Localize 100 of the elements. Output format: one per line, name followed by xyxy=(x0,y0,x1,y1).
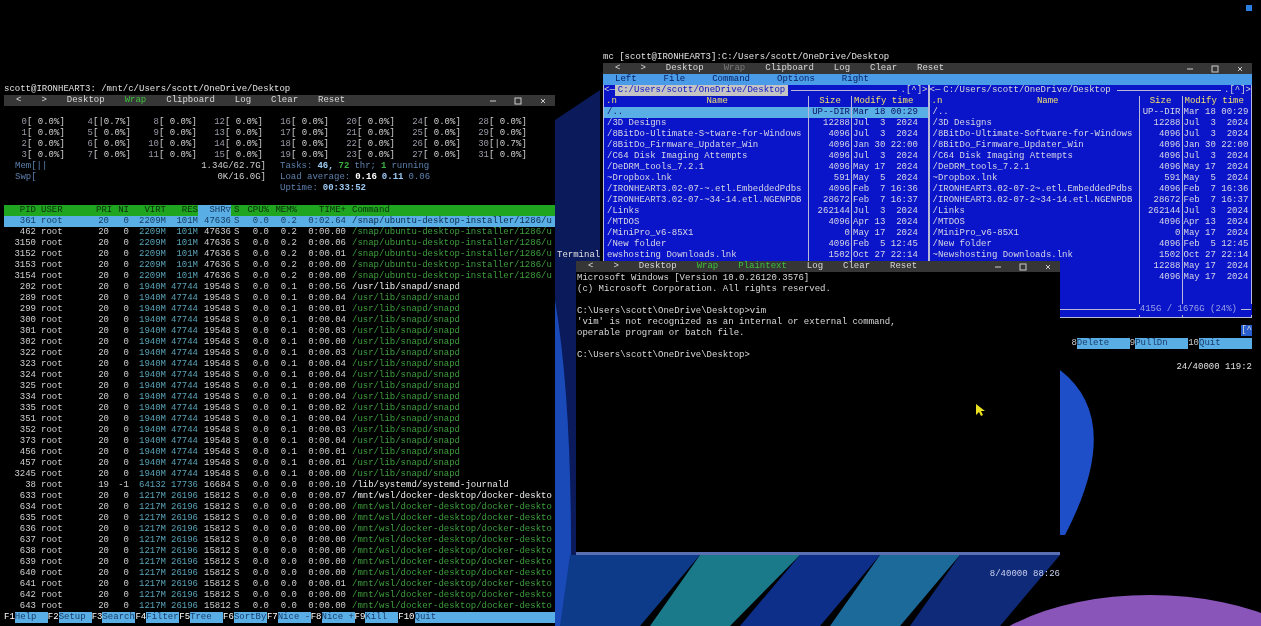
toolbar-button[interactable]: Clipboard xyxy=(166,95,215,106)
file-row[interactable]: /DeDRM_tools_7.2.1 4096 May 17 2024 xyxy=(929,162,1251,173)
toolbar-button[interactable]: Desktop xyxy=(638,261,677,272)
function-key-button[interactable]: Search xyxy=(102,612,136,623)
toolbar-button[interactable]: < xyxy=(615,63,621,74)
file-row[interactable]: /New folder 4096 Feb 5 12:45 xyxy=(604,239,928,250)
close-icon[interactable] xyxy=(1044,262,1052,271)
column-header[interactable]: Name xyxy=(706,96,728,107)
close-icon[interactable] xyxy=(1236,64,1244,73)
toolbar-button[interactable]: Clear xyxy=(870,63,898,74)
column-header[interactable]: MEM% xyxy=(269,205,297,216)
toolbar-button[interactable]: Plaintext xyxy=(738,261,787,272)
menu-item[interactable]: File xyxy=(663,74,686,85)
column-header[interactable]: .n xyxy=(606,96,617,107)
file-time: Mar 18 00:29 xyxy=(1182,107,1250,118)
file-row[interactable]: /.. UP--DIR Mar 18 00:29 xyxy=(604,107,928,118)
toolbar-button[interactable]: < xyxy=(16,95,22,106)
file-row[interactable]: /3D Designs 12288 Jul 3 2024 xyxy=(929,118,1251,129)
toolbar-button[interactable]: > xyxy=(613,261,619,272)
file-row[interactable]: /8BitDo_Firmware_Updater_Win 4096 Jan 30 22:00 xyxy=(604,140,928,151)
column-header[interactable]: Modify time xyxy=(852,96,928,107)
file-row[interactable]: /IRONHEART3.02-07-2~.etl.EmbeddedPdbs 4096 Feb 7 16:36 xyxy=(929,184,1251,195)
file-row[interactable]: /IRONHEART3.02-07-~34-14.etl.NGENPDB 28672 Feb 7 16:37 xyxy=(604,195,928,206)
panel-marker[interactable]: .[^]> xyxy=(1224,85,1251,96)
function-key-button[interactable]: Nice + xyxy=(321,612,355,623)
menu-item[interactable]: Options xyxy=(777,74,815,85)
function-key-button[interactable]: Quit xyxy=(414,612,555,623)
column-header[interactable]: SHR▽ xyxy=(198,205,231,216)
file-row[interactable]: /MiniPro_v6-85X1 0 May 17 2024 xyxy=(929,228,1251,239)
toolbar-button[interactable]: Reset xyxy=(890,261,918,272)
column-header[interactable]: Name xyxy=(1036,96,1059,107)
toolbar-button[interactable]: Clear xyxy=(271,95,299,106)
function-key-button[interactable]: Kill xyxy=(365,612,399,623)
file-row[interactable]: /MTDOS 4096 Apr 13 2024 xyxy=(929,217,1251,228)
file-row[interactable]: /C64 Disk Imaging Attempts 4096 Jul 3 2024 xyxy=(604,151,928,162)
menu-item[interactable]: Left xyxy=(615,74,637,85)
toolbar-button[interactable]: Reset xyxy=(318,95,346,106)
file-row[interactable]: /Links 262144 Jul 3 2024 xyxy=(604,206,928,217)
toolbar-button[interactable]: Clear xyxy=(843,261,871,272)
toolbar-button[interactable]: > xyxy=(41,95,47,106)
table-cell-text: root xyxy=(40,392,64,403)
toolbar-button[interactable]: Clipboard xyxy=(765,63,814,74)
toolbar-button[interactable]: Log xyxy=(234,95,252,106)
column-header[interactable]: Command xyxy=(346,205,555,216)
file-row[interactable]: ~Dropbox.lnk 591 May 5 2024 xyxy=(604,173,928,184)
toolbar-button[interactable]: Wrap xyxy=(696,261,719,272)
function-key-button[interactable]: Filter xyxy=(146,612,180,623)
toolbar-button[interactable]: Reset xyxy=(917,63,945,74)
file-row[interactable]: /Links 262144 Jul 3 2024 xyxy=(929,206,1251,217)
menu-item[interactable]: Right xyxy=(841,74,869,85)
toolbar-button[interactable]: Desktop xyxy=(665,63,704,74)
function-key-button[interactable]: Nice - xyxy=(277,612,311,623)
menu-item[interactable]: Command xyxy=(712,74,751,85)
file-row[interactable]: /C64 Disk Imaging Attempts 4096 Jul 3 2024 xyxy=(929,151,1251,162)
file-row[interactable]: /IRONHEART3.02-07-2~34-14.etl.NGENPDB 28672 Feb 7 16:37 xyxy=(929,195,1251,206)
file-row[interactable]: 4096 May 17 2024 xyxy=(1139,272,1251,283)
toolbar-button[interactable]: > xyxy=(640,63,646,74)
column-header[interactable]: VIRT xyxy=(129,205,166,216)
file-row[interactable]: /.. UP--DIR Mar 18 00:29 xyxy=(929,107,1251,118)
maximize-icon[interactable] xyxy=(1211,64,1219,73)
file-row[interactable]: /8BitDo_Firmware_Updater_Win 4096 Jan 30 22:00 xyxy=(929,140,1251,151)
maximize-icon[interactable] xyxy=(514,96,522,105)
table-cell-text: 47744 xyxy=(170,447,198,458)
column-header[interactable]: .n xyxy=(931,96,943,107)
maximize-icon[interactable] xyxy=(1019,262,1027,271)
function-key-button[interactable]: Quit xyxy=(1199,338,1252,349)
panel-marker[interactable]: .[^]> xyxy=(900,85,928,96)
toolbar-button[interactable]: Log xyxy=(806,261,824,272)
file-row[interactable]: ~Dropbox.lnk 591 May 5 2024 xyxy=(929,173,1251,184)
panel-nav[interactable]: <─ xyxy=(929,85,941,96)
file-row[interactable]: /New folder 4096 Feb 5 12:45 xyxy=(929,239,1251,250)
column-header[interactable]: TIME+ xyxy=(297,205,346,216)
toolbar-button[interactable]: Wrap xyxy=(124,95,147,106)
table-cell-text: /usr/lib/snapd/snapd xyxy=(351,469,462,480)
toolbar-button[interactable]: Desktop xyxy=(66,95,105,106)
file-row[interactable]: /MTDOS 4096 Apr 13 2024 xyxy=(604,217,928,228)
column-header[interactable]: USER xyxy=(36,205,96,216)
function-key-button[interactable]: Setup xyxy=(58,612,92,623)
file-row[interactable]: /3D Designs 12288 Jul 3 2024 xyxy=(604,118,928,129)
function-key-button[interactable]: Tree xyxy=(190,612,224,623)
table-cell-text: root xyxy=(40,480,64,491)
file-row[interactable]: /DeDRM_tools_7.2.1 4096 May 17 2024 xyxy=(604,162,928,173)
panel-nav[interactable]: <─ xyxy=(604,85,615,96)
file-row[interactable]: /8BitDo-Ultimate-Software-for-Windows 4096 Jul 3 2024 xyxy=(929,129,1251,140)
process-row[interactable]: 361 root 20 0 2209M 101M 47636 S 0.0 0.2 0:02.64 /snap/ubuntu-desktop-installer/1286/u xyxy=(4,216,555,227)
file-row[interactable]: /IRONHEART3.02-07-~.etl.EmbeddedPdbs 4096 Feb 7 16:36 xyxy=(604,184,928,195)
column-header[interactable]: Modify time xyxy=(1182,96,1251,107)
toolbar-button[interactable]: < xyxy=(588,261,594,272)
function-key-button[interactable]: PullDn xyxy=(1135,338,1189,349)
file-row[interactable]: /MiniPro_v6-85X1 0 May 17 2024 xyxy=(604,228,928,239)
toolbar-button[interactable]: Log xyxy=(833,63,851,74)
column-header[interactable]: Size xyxy=(1139,96,1183,107)
column-header[interactable]: PID xyxy=(4,205,36,216)
file-row[interactable]: /8BitDo-Ultimate-S~tware-for-Windows 4096 Jul 3 2024 xyxy=(604,129,928,140)
table-cell-text: 0.0 xyxy=(251,491,269,502)
column-header[interactable]: S xyxy=(231,205,243,216)
column-header[interactable]: RES xyxy=(166,205,198,216)
close-icon[interactable] xyxy=(539,96,547,105)
file-row[interactable]: 12288 May 17 2024 xyxy=(1139,261,1251,272)
column-header[interactable]: CPU% xyxy=(243,205,269,216)
